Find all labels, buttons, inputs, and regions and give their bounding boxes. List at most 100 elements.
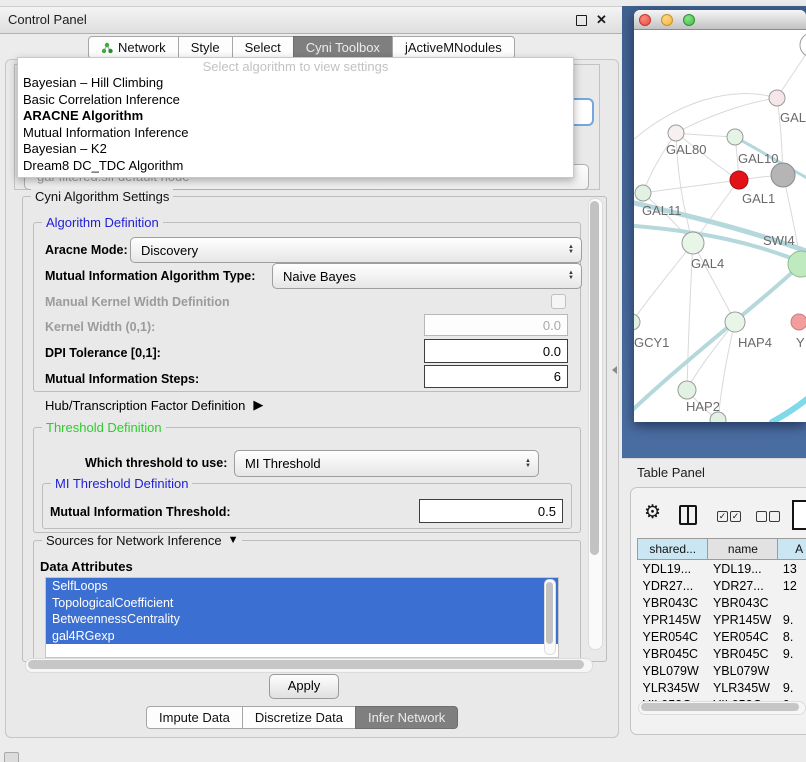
unchecked-checkbox-icon[interactable] [756, 511, 767, 522]
network-node[interactable] [771, 163, 795, 187]
mi-threshold-field[interactable] [419, 499, 563, 523]
tab-network[interactable]: Network [88, 36, 179, 59]
stepper-icon: ▲▼ [568, 271, 574, 281]
pane-divider-arrow[interactable] [608, 366, 617, 374]
tab-style[interactable]: Style [178, 36, 233, 59]
network-node[interactable] [668, 125, 684, 141]
network-edge[interactable] [777, 45, 806, 98]
table-row[interactable]: YBR043CYBR043C [638, 594, 806, 611]
algorithm-option[interactable]: Basic Correlation Inference [18, 92, 573, 109]
network-edge[interactable] [676, 133, 735, 137]
table-horizontal-scrollbar[interactable] [638, 701, 806, 715]
unchecked-checkbox-icon[interactable] [769, 511, 780, 522]
document-icon[interactable] [792, 500, 806, 530]
minimized-panel-icon[interactable] [4, 752, 19, 762]
which-threshold-combo[interactable]: MI Threshold ▲▼ [234, 450, 539, 477]
network-node[interactable] [725, 312, 745, 332]
panel-title: Control Panel [8, 7, 87, 33]
tab-jactivemnodules[interactable]: jActiveMNodules [392, 36, 515, 59]
table-row[interactable]: YBL079WYBL079W [638, 662, 806, 679]
tab-select[interactable]: Select [232, 36, 294, 59]
settings-horizontal-scrollbar[interactable] [25, 658, 593, 673]
algorithm-option[interactable]: ARACNE Algorithm [18, 108, 573, 125]
network-edge[interactable] [676, 98, 777, 133]
table-column-header[interactable]: shared... [638, 539, 708, 560]
close-icon[interactable]: ✕ [596, 11, 607, 29]
table-row[interactable]: YDR27...YDR27...12 [638, 577, 806, 594]
sources-title: Sources for Network Inference [46, 533, 222, 548]
cyni-bottom-tabs: Impute Data Discretize Data Infer Networ… [146, 706, 458, 729]
attribute-list-item[interactable]: TopologicalCoefficient [46, 595, 558, 612]
network-node[interactable] [635, 185, 651, 201]
tab-cyni-toolbox[interactable]: Cyni Toolbox [293, 36, 393, 59]
network-node[interactable] [727, 129, 743, 145]
network-edge[interactable] [718, 322, 735, 420]
attribute-list-item[interactable]: SelfLoops [46, 578, 558, 595]
network-node[interactable] [682, 232, 704, 254]
mi-steps-field[interactable] [424, 365, 568, 388]
tab-impute-data[interactable]: Impute Data [146, 706, 243, 729]
network-edge[interactable] [634, 243, 693, 322]
algorithm-option[interactable]: Dream8 DC_TDC Algorithm [18, 158, 573, 175]
algorithm-option[interactable]: Bayesian – Hill Climbing [18, 75, 573, 92]
table-row[interactable]: YER054CYER054C8. [638, 628, 806, 645]
table-column-header[interactable]: name [708, 539, 778, 560]
minimize-traffic-icon[interactable] [661, 14, 673, 26]
aracne-mode-combo[interactable]: Discovery ▲▼ [130, 237, 582, 263]
tab-label: Infer Network [368, 707, 445, 728]
scrollbar-thumb[interactable] [546, 582, 553, 644]
manual-kernel-checkbox[interactable] [551, 294, 566, 309]
float-window-icon[interactable] [576, 15, 587, 26]
network-node[interactable] [678, 381, 696, 399]
dropdown-placeholder: Select algorithm to view settings [18, 58, 573, 75]
table-cell: YBR043C [708, 594, 778, 611]
checked-checkbox-icon[interactable]: ✓ [717, 511, 728, 522]
network-icon [101, 42, 113, 54]
table-column-header[interactable]: A [778, 539, 806, 560]
scrollbar-thumb[interactable] [590, 201, 599, 555]
network-node[interactable] [634, 314, 640, 330]
collapse-icon: ▼ [228, 533, 239, 548]
tab-infer-network[interactable]: Infer Network [355, 706, 458, 729]
apply-button[interactable]: Apply [269, 674, 339, 699]
mi-type-combo[interactable]: Naive Bayes ▲▼ [272, 263, 582, 289]
zoom-traffic-icon[interactable] [683, 14, 695, 26]
attribute-list-item[interactable]: BetweennessCentrality [46, 611, 558, 628]
network-node[interactable] [730, 171, 748, 189]
table-row[interactable]: YLR345WYLR345W9. [638, 679, 806, 696]
sources-title-row[interactable]: Sources for Network Inference ▼ [42, 533, 242, 548]
close-traffic-icon[interactable] [639, 14, 651, 26]
network-node[interactable] [791, 314, 806, 330]
dpi-tolerance-field[interactable] [424, 339, 568, 363]
network-node[interactable] [800, 33, 806, 57]
table-row[interactable]: YBR045CYBR045C9. [638, 645, 806, 662]
table-header-row[interactable]: shared...nameA [638, 539, 806, 560]
scrollbar-thumb[interactable] [28, 660, 584, 669]
checked-checkbox-icon[interactable]: ✓ [730, 511, 741, 522]
network-node[interactable] [769, 90, 785, 106]
kernel-width-label: Kernel Width (0,1): [45, 320, 155, 335]
algorithm-option[interactable]: Bayesian – K2 [18, 141, 573, 158]
settings-vertical-scrollbar[interactable] [588, 198, 603, 650]
split-columns-icon[interactable] [679, 505, 697, 525]
network-edge[interactable] [643, 180, 739, 193]
kernel-width-field[interactable] [424, 314, 568, 336]
network-edge[interactable] [772, 378, 806, 422]
gear-icon[interactable]: ⚙ [644, 503, 661, 523]
algorithm-option[interactable]: Mutual Information Inference [18, 125, 573, 142]
hub-definition-expander[interactable]: Hub/Transcription Factor Definition ▶ [45, 397, 263, 413]
network-canvas[interactable]: GALGAL80GAL10GAL1GAL11SWI4GAL4GCY1HAP4YH… [634, 30, 806, 422]
combo-value: MI Threshold [245, 456, 321, 471]
network-edge[interactable] [693, 243, 735, 322]
attributes-scrollbar[interactable] [544, 579, 556, 655]
table-row[interactable]: YPR145WYPR145W9. [638, 611, 806, 628]
attribute-list-item[interactable]: gal4RGexp [46, 628, 558, 645]
table-cell: 13 [778, 560, 806, 578]
combo-value: Discovery [141, 243, 198, 258]
network-window-titlebar[interactable] [634, 10, 806, 30]
table-row[interactable]: YDL19...YDL19...13 [638, 560, 806, 578]
table-cell: YER054C [638, 628, 708, 645]
tab-discretize-data[interactable]: Discretize Data [242, 706, 356, 729]
data-attributes-list[interactable]: SelfLoopsTopologicalCoefficientBetweenne… [45, 577, 559, 658]
scrollbar-thumb[interactable] [641, 703, 799, 711]
